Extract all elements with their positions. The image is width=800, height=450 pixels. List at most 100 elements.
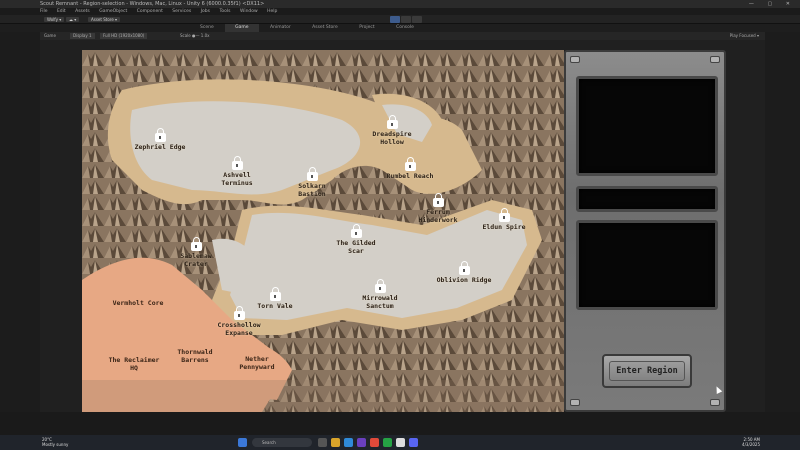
- menu-assets[interactable]: Assets: [75, 9, 90, 14]
- bolt-icon: [570, 399, 580, 406]
- tab-game[interactable]: Game: [225, 24, 259, 32]
- region-label: Sablemaw Crater: [180, 252, 212, 268]
- region-oblivion-ridge[interactable]: Oblivion Ridge: [419, 261, 509, 285]
- region-nether-pennyward[interactable]: Nether Pennyward: [232, 355, 282, 371]
- lock-icon: [269, 287, 281, 301]
- lock-icon: [404, 157, 416, 171]
- menu-window[interactable]: Window: [240, 9, 258, 14]
- enter-region-label: Enter Region: [616, 366, 678, 376]
- file-explorer-icon[interactable]: [331, 438, 340, 447]
- play-button[interactable]: [390, 16, 400, 23]
- region-title-screen: [576, 186, 718, 212]
- account-button[interactable]: Wolfy ▾: [44, 17, 65, 22]
- task-view-icon[interactable]: [318, 438, 327, 447]
- region-label: Eldun Spire: [482, 223, 526, 231]
- main-toolbar: Wolfy ▾ ☁ ▾ Asset Store ▾: [0, 15, 800, 24]
- tab-console[interactable]: Console: [386, 24, 424, 32]
- region-label: Zephriel Edge: [134, 143, 186, 151]
- resolution-dropdown[interactable]: Full HD (1920x1080): [100, 33, 148, 39]
- menu-file[interactable]: File: [40, 9, 48, 14]
- app-icon[interactable]: [383, 438, 392, 447]
- region-label: Ferrum Hinderwork: [418, 208, 458, 224]
- window-title-bar: Scout Remnant - Region-selection - Windo…: [0, 0, 800, 8]
- pause-button[interactable]: [401, 16, 411, 23]
- region-label: Mirrowald Sanctum: [362, 294, 398, 310]
- start-icon[interactable]: [238, 438, 247, 447]
- unity-icon[interactable]: [396, 438, 405, 447]
- app-icon[interactable]: [357, 438, 366, 447]
- lock-icon: [231, 156, 243, 170]
- region-map[interactable]: Zephriel Edge Ashvell Terminus Solkarn B…: [82, 50, 564, 412]
- menu-component[interactable]: Component: [137, 9, 163, 14]
- asset-store-button[interactable]: Asset Store ▾: [88, 17, 121, 22]
- inspector-panel: [765, 32, 800, 412]
- tab-scene[interactable]: Scene: [190, 24, 224, 32]
- windows-taskbar: 20°C Mostly sunny Search 2:50 AM 4/3/202…: [0, 435, 800, 450]
- region-zephriel-edge[interactable]: Zephriel Edge: [115, 128, 205, 152]
- tab-project[interactable]: Project: [349, 24, 384, 32]
- step-button[interactable]: [412, 16, 422, 23]
- lock-icon: [458, 261, 470, 275]
- lock-icon: [350, 224, 362, 238]
- lock-icon: [190, 237, 202, 251]
- menu-help[interactable]: Help: [267, 9, 277, 14]
- region-label: The Gilded Scar: [336, 239, 376, 255]
- region-the-reclaimer-hq[interactable]: The Reclaimer HQ: [104, 356, 164, 372]
- lock-icon: [154, 128, 166, 142]
- game-mode-label: Game: [44, 33, 56, 38]
- region-label: Dreadspire Hollow: [372, 130, 412, 146]
- project-panel: [0, 412, 800, 435]
- menu-services[interactable]: Services: [172, 9, 191, 14]
- edge-icon[interactable]: [344, 438, 353, 447]
- region-label: Oblivion Ridge: [436, 276, 492, 284]
- display-dropdown[interactable]: Display 1: [70, 33, 95, 39]
- lock-icon: [306, 167, 318, 181]
- scale-slider[interactable]: Scale ●— 1.0x: [180, 32, 210, 40]
- region-label: Crosshollow Expanse: [217, 321, 261, 337]
- weather-desc: Mostly sunny: [42, 442, 69, 447]
- tab-animator[interactable]: Animator: [260, 24, 301, 32]
- tab-asset-store[interactable]: Asset Store: [302, 24, 348, 32]
- window-title: Scout Remnant - Region-selection - Windo…: [40, 1, 265, 7]
- region-label: Solkarn Bastion: [298, 182, 326, 198]
- menu-bar: File Edit Assets GameObject Component Se…: [40, 8, 285, 15]
- region-preview-screen: [576, 76, 718, 176]
- bolt-icon: [710, 399, 720, 406]
- lock-icon: [432, 193, 444, 207]
- region-description-screen: [576, 220, 718, 310]
- editor-tabs: Scene Game Animator Asset Store Project …: [0, 24, 800, 32]
- clock-date: 4/3/2025: [742, 442, 760, 447]
- region-solkarn-bastion[interactable]: Solkarn Bastion: [267, 167, 357, 198]
- region-eldun-spire[interactable]: Eldun Spire: [459, 208, 549, 232]
- game-view-toolbar: Game Display 1 Full HD (1920x1080) Scale…: [40, 32, 765, 40]
- bolt-icon: [710, 56, 720, 63]
- cloud-button[interactable]: ☁ ▾: [66, 17, 80, 22]
- region-vermholt-core[interactable]: Vermholt Core: [98, 299, 178, 308]
- lock-icon: [498, 208, 510, 222]
- enter-region-button[interactable]: Enter Region: [602, 354, 692, 388]
- region-info-panel: Enter Region: [564, 50, 726, 412]
- region-mirrowald-sanctum[interactable]: Mirrowald Sanctum: [335, 279, 425, 310]
- bolt-icon: [570, 56, 580, 63]
- region-crosshollow-expanse[interactable]: Crosshollow Expanse: [194, 306, 284, 337]
- discord-icon[interactable]: [409, 438, 418, 447]
- lock-icon: [386, 115, 398, 129]
- menu-gameobject[interactable]: GameObject: [99, 9, 127, 14]
- menu-jobs[interactable]: Jobs: [201, 9, 210, 14]
- menu-tools[interactable]: Tools: [219, 9, 230, 14]
- lock-icon: [374, 279, 386, 293]
- region-dreadspire-hollow[interactable]: Dreadspire Hollow: [347, 115, 437, 146]
- lock-icon: [233, 306, 245, 320]
- region-thornwald-barrens[interactable]: Thornwald Barrens: [170, 348, 220, 364]
- window-controls[interactable]: — ▢ ✕: [749, 0, 796, 8]
- taskbar-clock[interactable]: 2:50 AM 4/3/2025: [742, 437, 760, 447]
- weather-widget[interactable]: 20°C Mostly sunny: [42, 437, 68, 447]
- region-label: Rumbel Reach: [386, 172, 434, 180]
- region-rumbel-reach[interactable]: Rumbel Reach: [365, 157, 455, 181]
- menu-edit[interactable]: Edit: [57, 9, 66, 14]
- region-the-gilded-scar[interactable]: The Gilded Scar: [311, 224, 401, 255]
- play-focused-dropdown[interactable]: Play Focused ▾: [730, 32, 759, 40]
- region-sablemaw-crater[interactable]: Sablemaw Crater: [151, 237, 241, 268]
- app-icon[interactable]: [370, 438, 379, 447]
- taskbar-search[interactable]: Search: [252, 438, 312, 447]
